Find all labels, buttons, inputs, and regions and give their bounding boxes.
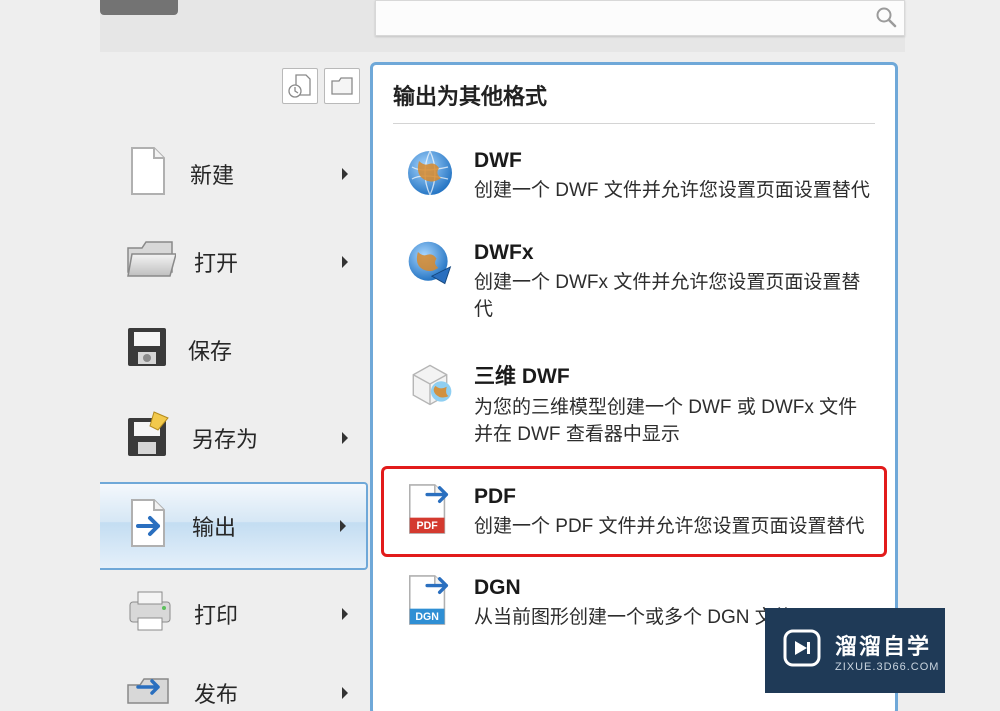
menu-item-saveas[interactable]: 另存为	[100, 394, 368, 482]
option-title: DGN	[474, 576, 870, 600]
printer-icon	[124, 588, 176, 640]
toolbar-area	[100, 0, 905, 52]
open-docs-button[interactable]	[324, 68, 360, 104]
menu-label: 输出	[192, 510, 236, 542]
open-folder-icon	[124, 238, 176, 286]
menu-label: 保存	[188, 334, 232, 366]
dwfx-globe-icon	[404, 239, 456, 291]
menu-item-export[interactable]: 输出	[100, 482, 368, 570]
menu-label: 打开	[194, 246, 238, 278]
submenu-arrow-icon	[338, 513, 348, 539]
saveas-icon	[124, 410, 174, 466]
export-icon	[124, 496, 174, 556]
svg-text:DGN: DGN	[415, 612, 439, 624]
dgn-icon: DGN	[404, 574, 456, 626]
option-desc: 创建一个 DWF 文件并允许您设置页面设置替代	[474, 177, 870, 205]
export-option-dwfx[interactable]: DWFx 创建一个 DWFx 文件并允许您设置页面设置替代	[381, 222, 887, 341]
search-icon[interactable]	[874, 5, 898, 34]
option-title: DWFx	[474, 241, 870, 265]
menu-label: 打印	[194, 598, 238, 630]
submenu-arrow-icon	[340, 425, 350, 451]
menu-item-save[interactable]: 保存	[100, 306, 368, 394]
pdf-icon: PDF	[404, 483, 456, 535]
submenu-arrow-icon	[340, 601, 350, 627]
export-option-pdf[interactable]: PDF PDF 创建一个 PDF 文件并允许您设置页面设置替代	[381, 466, 887, 558]
divider	[393, 123, 875, 124]
export-option-dwf[interactable]: DWF 创建一个 DWF 文件并允许您设置页面设置替代	[381, 130, 887, 222]
watermark-logo-icon	[781, 627, 823, 674]
menu-item-publish[interactable]: 发布	[100, 658, 368, 711]
export-option-dwf3d[interactable]: 三维 DWF 为您的三维模型创建一个 DWF 或 DWFx 文件并在 DWF 查…	[381, 341, 887, 466]
new-file-icon	[124, 144, 172, 204]
svg-text:PDF: PDF	[417, 520, 439, 532]
app-thumbnail	[100, 0, 178, 15]
publish-icon	[124, 667, 176, 711]
option-desc: 创建一个 PDF 文件并允许您设置页面设置替代	[474, 513, 870, 541]
submenu-arrow-icon	[340, 161, 350, 187]
menu-item-open[interactable]: 打开	[100, 218, 368, 306]
search-input[interactable]	[375, 0, 905, 36]
option-desc: 创建一个 DWFx 文件并允许您设置页面设置替代	[474, 269, 870, 324]
option-title: 三维 DWF	[474, 360, 870, 390]
panel-header: 输出为其他格式	[373, 65, 895, 111]
option-title: DWF	[474, 149, 870, 173]
save-icon	[124, 324, 170, 376]
menu-label: 新建	[190, 158, 234, 190]
watermark-title: 溜溜自学	[835, 629, 939, 661]
watermark-subtitle: ZIXUE.3D66.COM	[835, 661, 939, 673]
dwf-globe-icon	[404, 147, 456, 199]
recent-icon	[287, 73, 313, 99]
recent-docs-button[interactable]	[282, 68, 318, 104]
submenu-arrow-icon	[340, 680, 350, 706]
menu-item-print[interactable]: 打印	[100, 570, 368, 658]
submenu-arrow-icon	[340, 249, 350, 275]
folder-icon	[329, 73, 355, 99]
menu-label: 另存为	[192, 422, 258, 454]
menu-item-new[interactable]: 新建	[100, 130, 368, 218]
dwf3d-box-icon	[404, 358, 456, 410]
option-desc: 为您的三维模型创建一个 DWF 或 DWFx 文件并在 DWF 查看器中显示	[474, 394, 870, 449]
menu-label: 发布	[194, 677, 238, 709]
option-title: PDF	[474, 485, 870, 509]
watermark: 溜溜自学 ZIXUE.3D66.COM	[765, 608, 945, 693]
